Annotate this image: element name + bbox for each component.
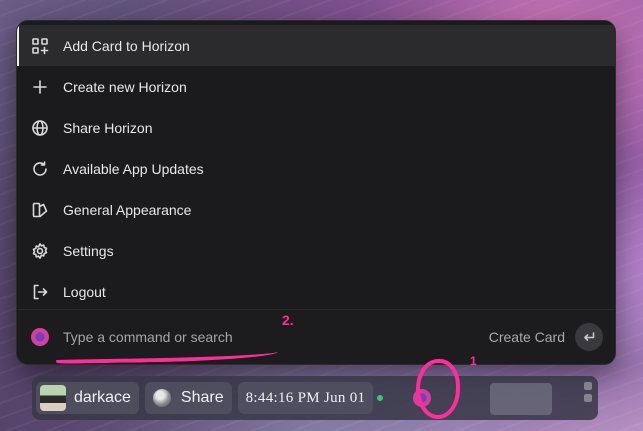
taskbar-handle-icon[interactable] <box>584 382 592 406</box>
menu-item-label: General Appearance <box>63 201 192 218</box>
annotation-circle <box>416 359 460 419</box>
menu-item-label: Logout <box>63 283 106 300</box>
share-button[interactable]: Share <box>144 382 232 414</box>
command-search-input[interactable] <box>61 328 489 346</box>
menu-item-settings[interactable]: Settings <box>17 230 615 271</box>
gear-icon <box>31 242 49 260</box>
menu-item-create-horizon[interactable]: Create new Horizon <box>17 66 615 107</box>
globe-icon <box>31 119 49 137</box>
command-palette: Add Card to Horizon Create new Horizon S… <box>16 20 616 365</box>
annotation-label-1: 1 <box>470 354 477 368</box>
menu-item-label: Add Card to Horizon <box>63 37 190 54</box>
enter-button[interactable] <box>575 323 603 351</box>
annotation-label-2: 2. <box>282 312 294 328</box>
menu-item-label: Share Horizon <box>63 119 153 136</box>
blurred-widget <box>490 383 552 415</box>
logout-icon <box>31 283 49 301</box>
menu-item-add-card[interactable]: Add Card to Horizon <box>17 25 615 66</box>
menu-item-label: Create new Horizon <box>63 78 187 95</box>
menu-item-logout[interactable]: Logout <box>17 271 615 312</box>
command-menu: Add Card to Horizon Create new Horizon S… <box>17 21 615 312</box>
menu-item-general-appearance[interactable]: General Appearance <box>17 189 615 230</box>
avatar <box>40 385 66 411</box>
create-card-label[interactable]: Create Card <box>489 329 565 345</box>
plus-icon <box>31 78 49 96</box>
user-chip[interactable]: darkace <box>36 382 139 414</box>
status-dot-icon <box>377 395 384 401</box>
add-grid-icon <box>31 37 49 55</box>
globe-icon <box>152 389 171 407</box>
refresh-icon <box>31 160 49 178</box>
horizon-logo-icon <box>31 328 49 346</box>
user-name: darkace <box>74 389 131 406</box>
appearance-icon <box>31 201 49 219</box>
menu-item-app-updates[interactable]: Available App Updates <box>17 148 615 189</box>
menu-item-label: Settings <box>63 242 114 259</box>
menu-item-label: Available App Updates <box>63 160 204 177</box>
menu-item-share-horizon[interactable]: Share Horizon <box>17 107 615 148</box>
clock-display: 8:44:16 PM Jun 01 <box>237 382 374 414</box>
return-icon <box>584 332 595 341</box>
share-label: Share <box>180 389 224 406</box>
